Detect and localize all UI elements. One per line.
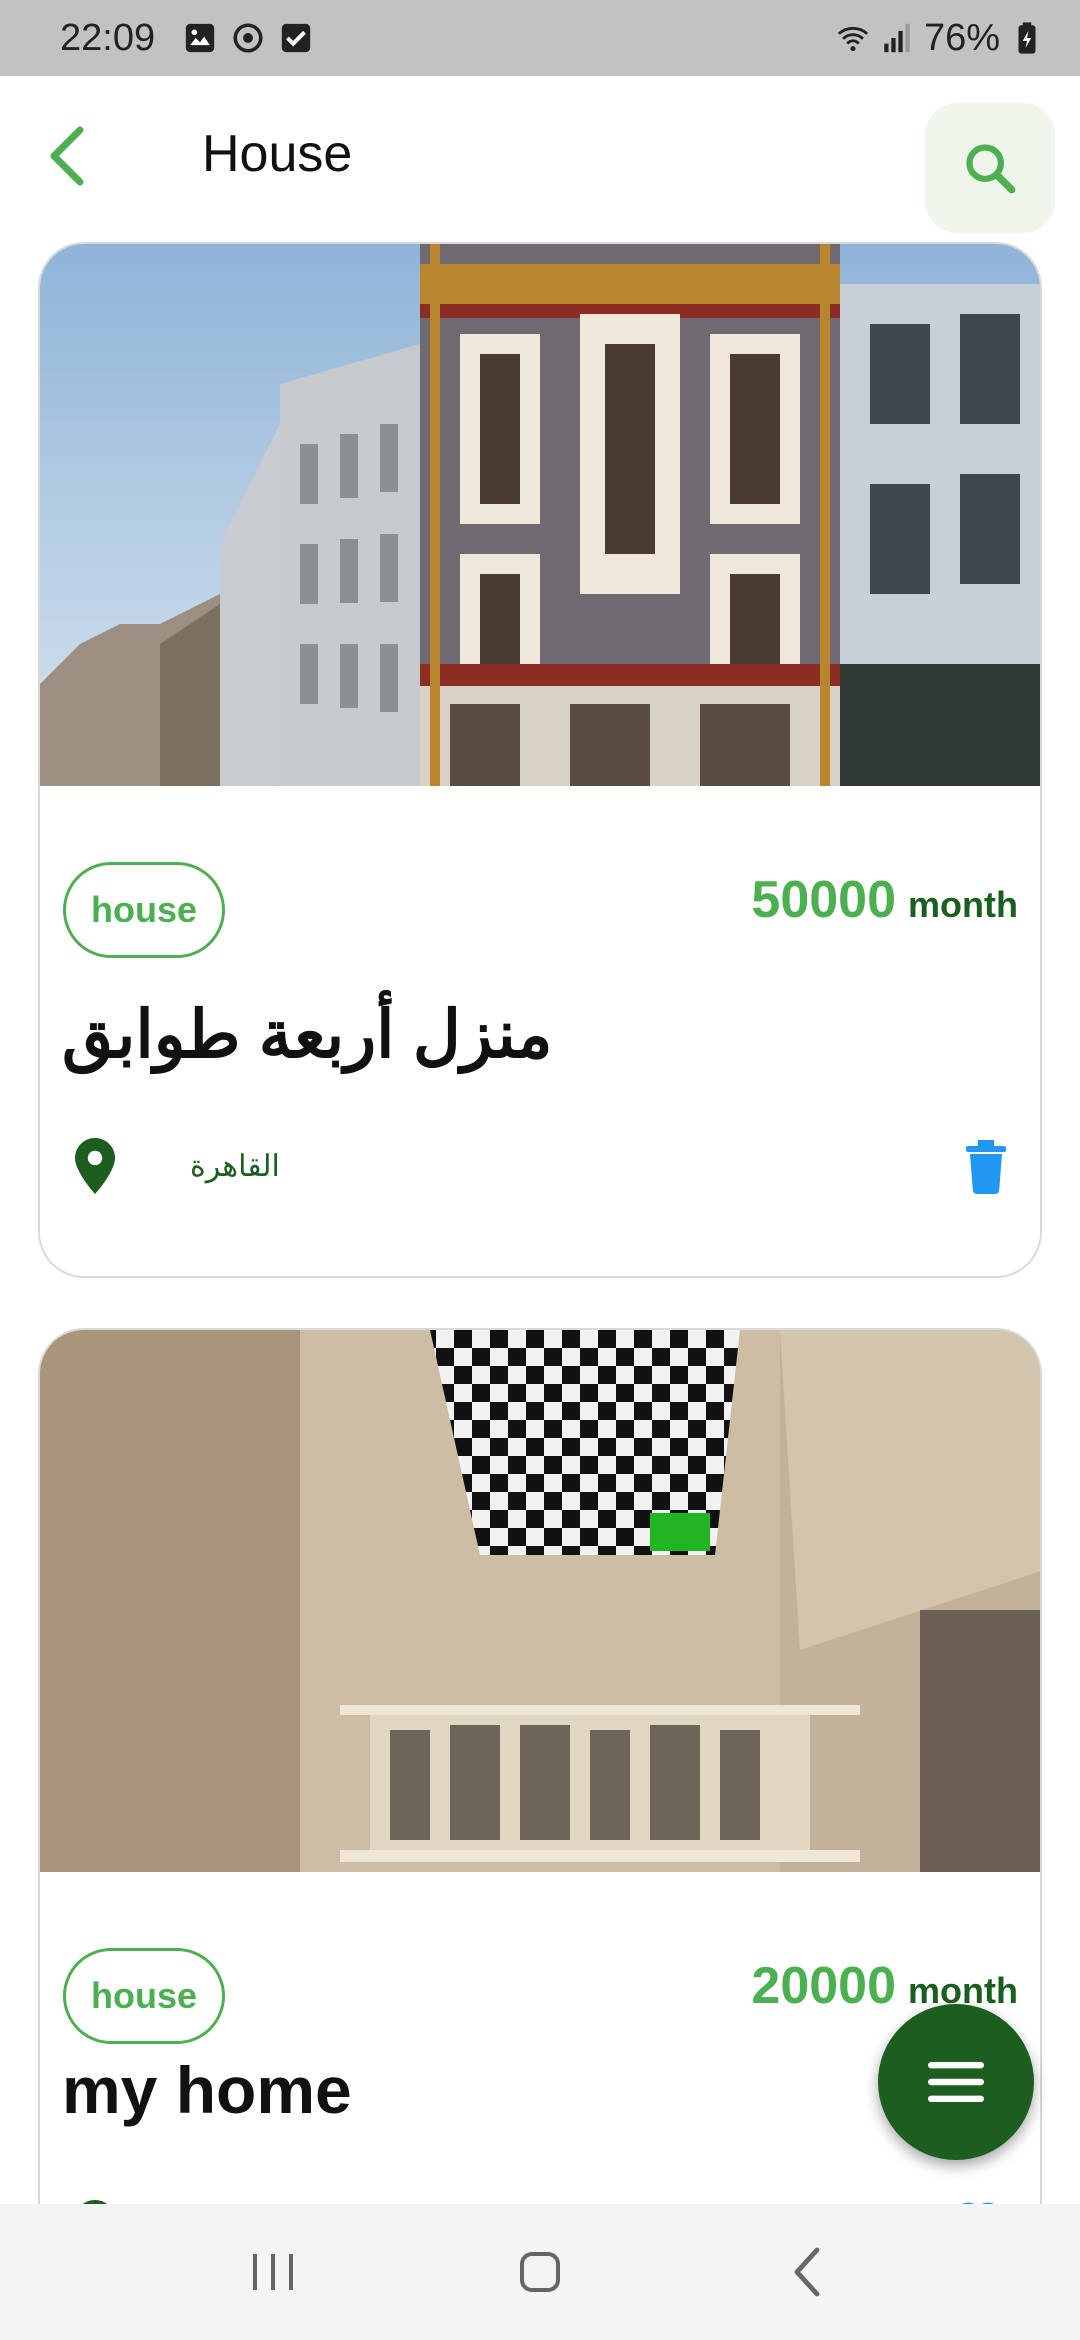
app-bar: House [0, 76, 1080, 238]
location-row: القاهرة [70, 1136, 280, 1196]
price-unit: month [908, 884, 1018, 925]
listing-title: منزل أربعة طوابق [62, 997, 553, 1071]
location-text: القاهرة [190, 1149, 280, 1183]
recents-icon [253, 2254, 294, 2290]
search-icon [966, 144, 1016, 194]
interior-room-photo[interactable] [40, 1330, 1040, 1872]
image-icon [185, 23, 215, 53]
building-facade-photo[interactable] [40, 244, 1040, 786]
chevron-left-icon [50, 126, 84, 186]
home-button[interactable] [480, 2222, 600, 2322]
menu-icon [928, 2062, 984, 2102]
search-button[interactable] [925, 103, 1055, 233]
price-value: 20000 [751, 1957, 897, 2015]
system-nav-bar [0, 2204, 1080, 2340]
menu-fab[interactable] [878, 2004, 1034, 2160]
listing-title: my home [62, 2053, 352, 2127]
checkbox-icon [281, 23, 311, 53]
status-bar: 22:09 76% [0, 0, 1080, 76]
listing-list[interactable]: house 50000 month منزل أربعة طوابق القاه… [0, 238, 1080, 2204]
trash-icon [966, 1140, 1006, 1194]
status-left: 22:09 [60, 17, 313, 60]
back-button[interactable] [36, 120, 96, 192]
home-icon [519, 2252, 560, 2292]
back-icon [794, 2247, 820, 2297]
page-title: House [202, 125, 353, 183]
status-time: 22:09 [60, 16, 156, 59]
price: 50000 month [751, 870, 1018, 930]
category-tag: house [63, 1948, 225, 2044]
wifi-icon [837, 26, 869, 52]
battery-percent: 76% [923, 16, 1000, 59]
category-tag: house [63, 862, 225, 958]
location-pin-icon [75, 1138, 115, 1194]
back-nav-button[interactable] [747, 2222, 867, 2322]
recents-button[interactable] [213, 2222, 333, 2322]
price-value: 50000 [751, 871, 897, 929]
delete-button[interactable] [964, 1140, 1008, 1199]
signal-icon [884, 23, 910, 53]
status-right: 76% [836, 17, 1044, 60]
battery-icon [1018, 22, 1036, 54]
camera-sync-icon [233, 23, 263, 53]
listing-card[interactable]: house 50000 month منزل أربعة طوابق القاه… [38, 242, 1042, 1278]
